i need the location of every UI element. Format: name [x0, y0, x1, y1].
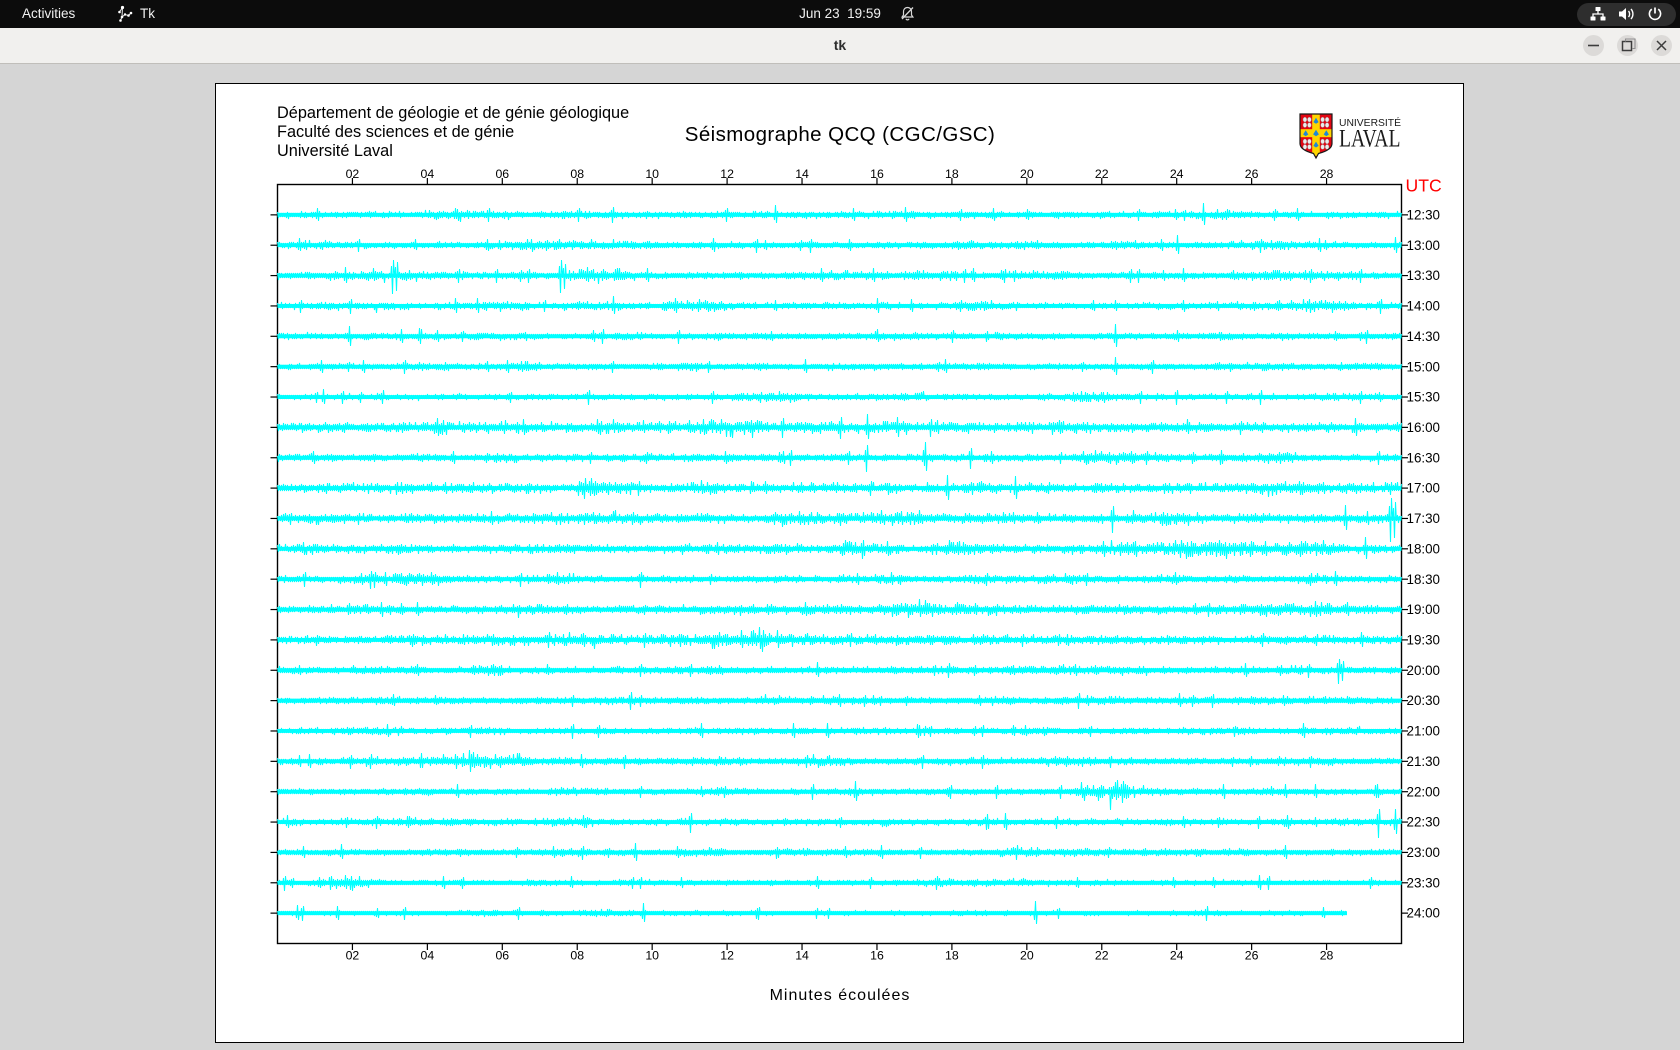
svg-text:18:00: 18:00 [1407, 541, 1441, 556]
svg-text:28: 28 [1320, 949, 1334, 963]
svg-text:20:00: 20:00 [1407, 663, 1441, 678]
svg-text:15:30: 15:30 [1407, 390, 1441, 405]
svg-text:06: 06 [495, 167, 509, 181]
svg-text:04: 04 [421, 167, 435, 181]
svg-text:08: 08 [570, 949, 584, 963]
svg-text:19:30: 19:30 [1407, 633, 1441, 648]
svg-text:20: 20 [1020, 167, 1034, 181]
svg-text:26: 26 [1245, 167, 1259, 181]
svg-text:16:30: 16:30 [1407, 450, 1441, 465]
svg-text:12:30: 12:30 [1407, 207, 1441, 222]
svg-text:12: 12 [720, 167, 734, 181]
svg-text:22: 22 [1095, 167, 1109, 181]
svg-text:22:30: 22:30 [1407, 815, 1441, 830]
svg-text:24: 24 [1170, 167, 1184, 181]
svg-text:15:00: 15:00 [1407, 359, 1441, 374]
svg-text:22: 22 [1095, 949, 1109, 963]
svg-text:08: 08 [570, 167, 584, 181]
svg-text:06: 06 [495, 949, 509, 963]
svg-text:28: 28 [1320, 167, 1334, 181]
svg-text:10: 10 [645, 949, 659, 963]
svg-text:13:30: 13:30 [1407, 268, 1441, 283]
svg-text:20: 20 [1020, 949, 1034, 963]
svg-text:21:30: 21:30 [1407, 754, 1441, 769]
svg-text:04: 04 [421, 949, 435, 963]
svg-text:17:30: 17:30 [1407, 511, 1441, 526]
svg-text:13:00: 13:00 [1407, 238, 1441, 253]
svg-text:10: 10 [645, 167, 659, 181]
svg-text:14: 14 [795, 167, 809, 181]
svg-text:02: 02 [346, 167, 360, 181]
svg-text:02: 02 [346, 949, 360, 963]
svg-text:19:00: 19:00 [1407, 602, 1441, 617]
svg-text:14:30: 14:30 [1407, 329, 1441, 344]
svg-text:18: 18 [945, 167, 959, 181]
svg-text:16: 16 [870, 167, 884, 181]
svg-text:16: 16 [870, 949, 884, 963]
svg-text:14: 14 [795, 949, 809, 963]
svg-text:18: 18 [945, 949, 959, 963]
svg-text:26: 26 [1245, 949, 1259, 963]
svg-text:24:00: 24:00 [1407, 906, 1441, 921]
svg-text:23:00: 23:00 [1407, 845, 1441, 860]
svg-text:18:30: 18:30 [1407, 572, 1441, 587]
svg-text:24: 24 [1170, 949, 1184, 963]
svg-text:14:00: 14:00 [1407, 299, 1441, 314]
svg-text:22:00: 22:00 [1407, 784, 1441, 799]
svg-text:16:00: 16:00 [1407, 420, 1441, 435]
svg-text:20:30: 20:30 [1407, 693, 1441, 708]
svg-text:12: 12 [720, 949, 734, 963]
svg-text:17:00: 17:00 [1407, 481, 1441, 496]
svg-text:21:00: 21:00 [1407, 724, 1441, 739]
svg-text:23:30: 23:30 [1407, 875, 1441, 890]
svg-text:LAVAL: LAVAL [1339, 126, 1401, 153]
svg-text:UTC: UTC [1406, 176, 1442, 196]
